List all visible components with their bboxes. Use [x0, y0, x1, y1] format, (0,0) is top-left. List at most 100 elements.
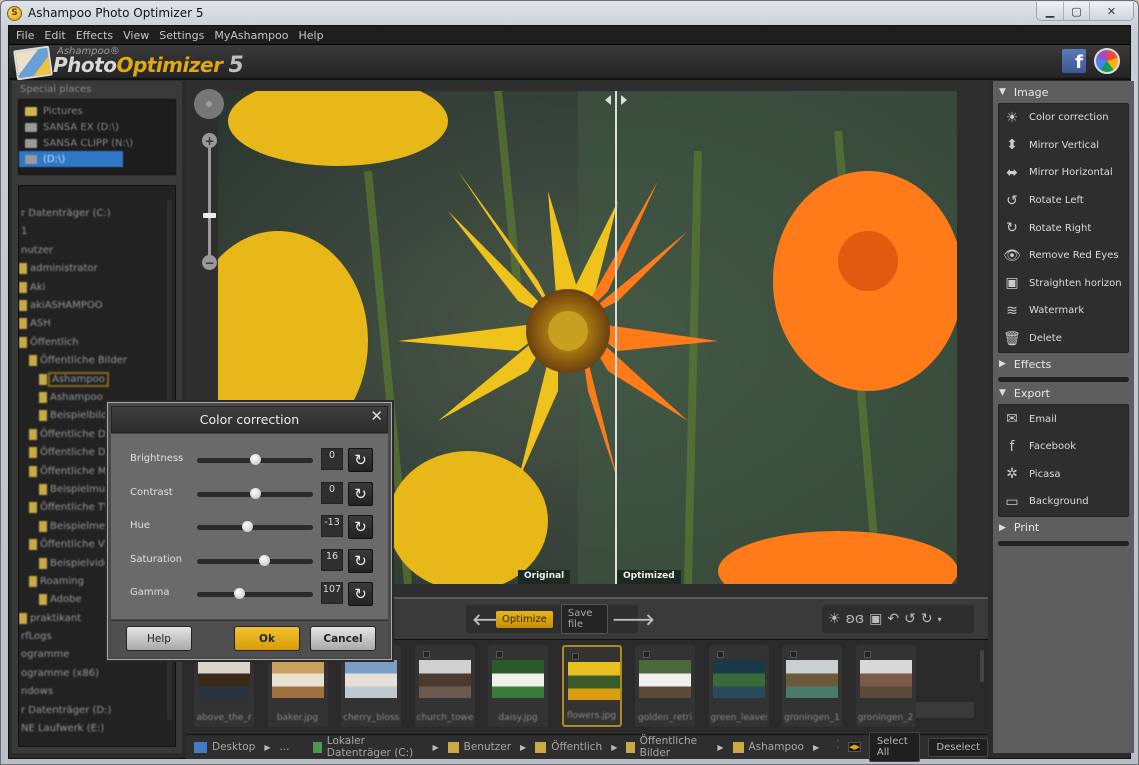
chevron-right-icon[interactable]: ▶ — [611, 743, 617, 752]
dropdown-chevron-icon[interactable]: ▾ — [938, 615, 942, 624]
section-effects[interactable]: ▶ Effects — [993, 353, 1134, 375]
menu-myashampoo[interactable]: MyAshampoo — [214, 29, 288, 42]
menu-file[interactable]: File — [16, 29, 34, 42]
tree-node[interactable]: r Datenträger (C:) — [19, 204, 175, 222]
special-place-item[interactable]: SANSA EX (D:\) — [19, 119, 175, 135]
breadcrumb-item[interactable]: Öffentlich — [535, 741, 602, 753]
zoom-in-icon[interactable]: + — [202, 133, 217, 148]
panel-item-straighten-horizon[interactable]: ▣ Straighten horizon — [999, 270, 1128, 298]
chevron-right-icon[interactable]: ▶ — [813, 743, 819, 752]
hue-value-field[interactable]: -13 — [321, 515, 343, 537]
minimize-button[interactable]: ▁ — [1037, 2, 1063, 20]
thumbnail-item[interactable]: green_leaves — [708, 645, 769, 727]
rotate-right-icon[interactable]: ↻ — [921, 611, 933, 627]
next-arrow-icon[interactable]: 🡒 — [612, 609, 655, 629]
chevron-right-icon[interactable]: ▶ — [717, 743, 723, 752]
reset-icon[interactable]: ↻ — [348, 481, 373, 506]
panel-item-mirror-horizontal[interactable]: ⬌ Mirror Horizontal — [999, 159, 1128, 187]
tree-node[interactable]: NE Laufwerk (E:) — [19, 719, 175, 737]
panel-item-email[interactable]: ✉ Email — [999, 405, 1128, 433]
thumbnail-item[interactable]: flowers.jpg — [561, 645, 622, 727]
pan-control-icon[interactable] — [194, 89, 224, 119]
rotate-left-icon[interactable]: ↺ — [904, 611, 916, 627]
section-print[interactable]: ▶ Print — [993, 517, 1134, 539]
tree-node[interactable]: akiASHAMPOO — [19, 296, 175, 314]
image-icon[interactable]: ▣ — [869, 611, 882, 627]
picasa-icon[interactable] — [1094, 48, 1120, 74]
panel-item-facebook[interactable]: f Facebook — [999, 433, 1128, 461]
menu-view[interactable]: View — [123, 29, 149, 42]
section-export[interactable]: ▼ Export — [993, 382, 1134, 404]
chevron-right-icon[interactable]: ▶ — [432, 743, 438, 752]
section-image[interactable]: ▼ Image — [993, 81, 1134, 103]
menu-settings[interactable]: Settings — [159, 29, 204, 42]
thumbnail-item[interactable]: golden_retri — [635, 645, 695, 727]
deselect-button[interactable]: Deselect — [928, 737, 988, 757]
brightness-slider[interactable] — [197, 454, 313, 465]
thumbnail-checkbox[interactable] — [790, 651, 797, 658]
thumbnail-checkbox[interactable] — [643, 651, 650, 658]
special-place-item[interactable]: Pictures — [19, 103, 175, 119]
tree-node[interactable] — [19, 186, 175, 204]
thumbnail-checkbox[interactable] — [571, 653, 579, 660]
hue-slider[interactable] — [197, 521, 313, 532]
panel-item-picasa[interactable]: ✲ Picasa — [999, 461, 1128, 489]
panel-item-mirror-vertical[interactable]: ⬍ Mirror Vertical — [999, 132, 1128, 160]
zoom-track[interactable] — [208, 137, 211, 262]
brightness-value-field[interactable]: 0 — [321, 448, 343, 470]
split-right-handle-icon[interactable] — [621, 95, 627, 105]
split-left-handle-icon[interactable] — [605, 95, 611, 105]
slider-knob[interactable] — [250, 454, 261, 465]
save-file-button[interactable]: Save file — [560, 604, 608, 634]
thumbnail-item[interactable]: daisy.jpg — [488, 645, 548, 727]
facebook-icon[interactable]: f — [1062, 49, 1086, 73]
chevron-right-icon[interactable]: ▶ — [520, 743, 526, 752]
thumbnail-item[interactable]: church_towe — [414, 645, 475, 727]
slider-knob[interactable] — [250, 487, 261, 499]
split-divider[interactable] — [615, 91, 617, 584]
panel-item-color-correction[interactable]: ☀ Color correction — [999, 104, 1128, 132]
maximize-button[interactable]: ▢ — [1063, 2, 1089, 20]
tree-node[interactable]: ndows — [19, 683, 175, 701]
thumbnail-item[interactable]: groningen_1 — [782, 645, 842, 727]
gamma-slider[interactable] — [197, 588, 313, 599]
breadcrumb-item[interactable]: Lokaler Datenträger (C:) — [313, 735, 423, 759]
slider-knob[interactable] — [259, 554, 271, 566]
reset-icon[interactable]: ↻ — [348, 515, 373, 539]
gamma-value-field[interactable]: 107 — [321, 582, 343, 604]
saturation-value-field[interactable]: 16 — [321, 548, 343, 571]
slider-knob[interactable] — [241, 521, 253, 532]
panel-item-background[interactable]: ▭ Background — [999, 488, 1128, 516]
panel-item-watermark[interactable]: ≋ Watermark — [999, 297, 1128, 325]
breadcrumb-item[interactable]: Desktop — [194, 741, 255, 753]
cancel-button[interactable]: Cancel — [310, 626, 376, 651]
panel-item-rotate-right[interactable]: ↻ Rotate Right — [999, 214, 1128, 242]
thumbnail-checkbox[interactable] — [716, 651, 724, 658]
tree-node[interactable]: Öffentlich — [19, 333, 175, 351]
butterfly-icon[interactable]: ʚɞ — [846, 611, 865, 627]
help-button[interactable]: Help — [126, 626, 192, 651]
close-button[interactable]: ✕ — [1089, 2, 1133, 20]
reset-icon[interactable]: ↻ — [348, 548, 373, 573]
menu-effects[interactable]: Effects — [76, 29, 113, 42]
tree-node[interactable]: Öffentliche Bilder — [19, 352, 175, 370]
chevron-right-icon[interactable]: ▶ — [264, 743, 270, 752]
contrast-value-field[interactable]: 0 — [321, 481, 343, 504]
thumbnail-checkbox[interactable] — [863, 651, 871, 658]
tree-node[interactable]: ASH — [19, 315, 175, 333]
thumbnail-checkbox[interactable] — [496, 651, 503, 658]
brightness-icon[interactable]: ☀ — [828, 611, 841, 627]
contrast-slider[interactable] — [197, 487, 313, 499]
breadcrumb-item[interactable]: Ashampoo — [732, 741, 804, 753]
left-right-toggle-icon[interactable]: ◀▶ — [848, 742, 861, 752]
special-place-item[interactable]: SANSA CLIPP (N:\) — [19, 135, 175, 151]
tree-node[interactable]: r Datenträger (D:) — [19, 701, 175, 719]
ok-button[interactable]: Ok — [234, 626, 300, 651]
saturation-slider[interactable] — [197, 554, 313, 566]
reset-icon[interactable]: ↻ — [348, 582, 373, 606]
zoom-out-icon[interactable]: − — [202, 255, 217, 270]
breadcrumb-item[interactable]: Benutzer — [447, 741, 511, 753]
select-all-button[interactable]: Select All — [868, 732, 921, 762]
previous-arrow-icon[interactable]: 🡐 — [472, 609, 515, 629]
thumbnail-checkbox[interactable] — [422, 651, 430, 658]
